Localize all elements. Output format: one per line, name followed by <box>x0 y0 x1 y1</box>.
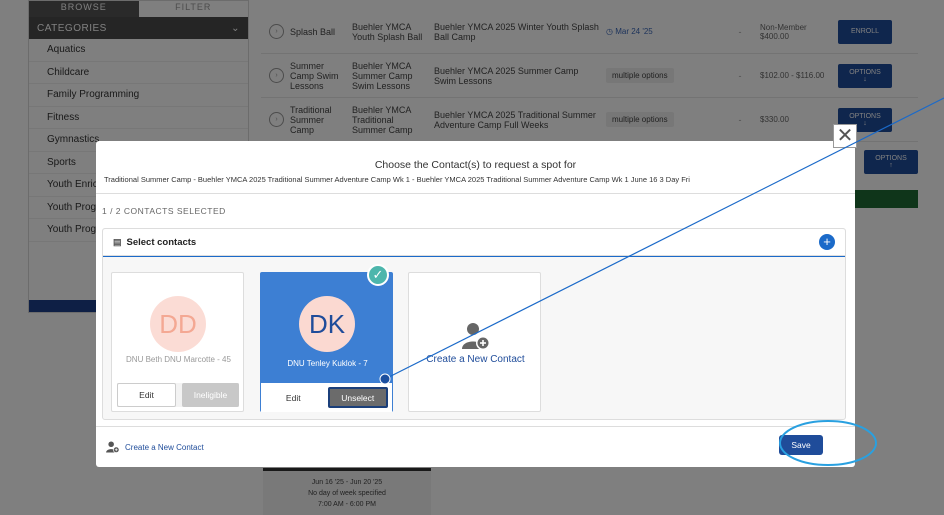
avatar: DK <box>299 296 355 352</box>
divider <box>96 193 855 194</box>
avatar: DD <box>150 296 206 352</box>
divider <box>96 426 855 427</box>
contact-card: DD DNU Beth DNU Marcotte - 45 Edit Ineli… <box>111 272 244 412</box>
close-icon[interactable]: ✕ <box>833 124 857 148</box>
create-contact-label: Create a New Contact <box>426 354 525 365</box>
add-person-icon <box>462 323 490 350</box>
edit-button[interactable]: Edit <box>117 383 176 407</box>
add-person-icon <box>106 441 120 453</box>
ineligible-button: Ineligible <box>182 383 239 407</box>
contacts-icon: ▤ <box>113 236 122 247</box>
contacts-selected-count: 1 / 2 CONTACTS SELECTED <box>102 206 226 216</box>
panel-header: ▤ Select contacts + <box>103 229 845 256</box>
add-contact-icon[interactable]: + <box>819 234 835 250</box>
create-contact-card[interactable]: Create a New Contact <box>408 272 541 412</box>
contact-card-selected[interactable]: DK DNU Tenley Kuklok - 7 Edit Unselect <box>260 272 393 412</box>
card-actions: Edit Unselect <box>261 383 392 412</box>
contact-name: DNU Tenley Kuklok - 7 <box>287 359 368 368</box>
unselect-button[interactable]: Unselect <box>327 387 388 408</box>
modal-subtitle: Traditional Summer Camp - Buehler YMCA 2… <box>104 175 690 184</box>
select-contacts-panel: ▤ Select contacts + DD DNU Beth DNU Marc… <box>102 228 846 420</box>
modal-title: Choose the Contact(s) to request a spot … <box>374 159 577 171</box>
edit-button[interactable]: Edit <box>265 387 322 408</box>
choose-contacts-modal: Choose the Contact(s) to request a spot … <box>96 141 855 467</box>
contact-name: DNU Beth DNU Marcotte - 45 <box>126 355 231 364</box>
create-contact-link[interactable]: Create a New Contact <box>106 441 204 453</box>
save-button[interactable]: Save <box>779 435 823 455</box>
card-actions: Edit Ineligible <box>117 383 239 407</box>
checkmark-icon: ✓ <box>367 264 389 286</box>
divider <box>103 256 845 257</box>
panel-title: Select contacts <box>126 236 197 248</box>
